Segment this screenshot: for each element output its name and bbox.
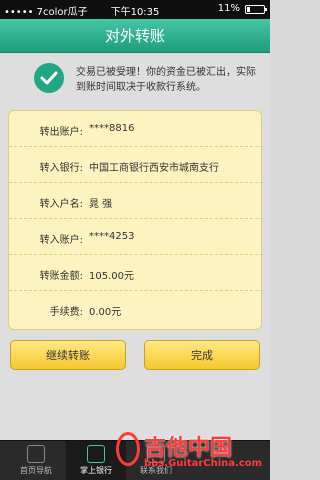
check-mark-icon — [40, 71, 58, 85]
status-bar: ••••• 7color瓜子 下午10:35 11% — [0, 0, 270, 19]
continue-transfer-button[interactable]: 继续转账 — [10, 340, 126, 370]
row-payee-name: 转入户名: 晁 强 — [9, 183, 263, 219]
fee-value: 0.00元 — [89, 307, 122, 318]
battery-percent: 11% — [217, 3, 240, 14]
success-message: 交易已被受理！你的资金已被汇出，实际到账时间取决于收款行系统。 — [76, 67, 256, 93]
from-account-value: ****8816 — [89, 123, 135, 134]
watermark: 吉他中国 bbs.GuitarChina.com — [114, 430, 264, 474]
home-icon — [27, 445, 45, 463]
tab-mobile-label: 掌上银行 — [80, 466, 112, 475]
battery-icon — [245, 5, 267, 14]
row-fee: 手续费: 0.00元 — [9, 291, 263, 327]
check-circle-icon — [34, 63, 64, 93]
guitar-logo-icon — [116, 432, 140, 466]
to-bank-value: 中国工商银行西安市城南支行 — [89, 163, 219, 174]
to-bank-label: 转入银行: — [39, 163, 83, 174]
fee-label: 手续费: — [49, 307, 83, 318]
mobile-bank-icon — [87, 445, 105, 463]
tab-home-label: 首页导航 — [20, 466, 52, 475]
amount-value: 105.00元 — [89, 271, 134, 282]
page-title: 对外转账 — [104, 27, 165, 45]
payee-name-value: 晁 强 — [89, 199, 113, 210]
watermark-url: bbs.GuitarChina.com — [144, 458, 263, 469]
row-amount: 转账金额: 105.00元 — [9, 255, 263, 291]
to-account-label: 转入账户: — [39, 235, 83, 246]
from-account-label: 转出账户: — [39, 127, 83, 138]
to-account-value: ****4253 — [89, 231, 135, 242]
row-from-account: 转出账户: ****8816 — [9, 111, 263, 147]
transfer-details-card: 转出账户: ****8816 转入银行: 中国工商银行西安市城南支行 转入户名:… — [8, 110, 263, 330]
tab-home-nav[interactable]: 首页导航 — [6, 441, 66, 480]
row-to-account: 转入账户: ****4253 — [9, 219, 263, 255]
payee-name-label: 转入户名: — [39, 199, 83, 210]
done-button[interactable]: 完成 — [144, 340, 260, 370]
row-to-bank: 转入银行: 中国工商银行西安市城南支行 — [9, 147, 263, 183]
app-header: 对外转账 — [0, 19, 270, 53]
amount-label: 转账金额: — [39, 271, 83, 282]
